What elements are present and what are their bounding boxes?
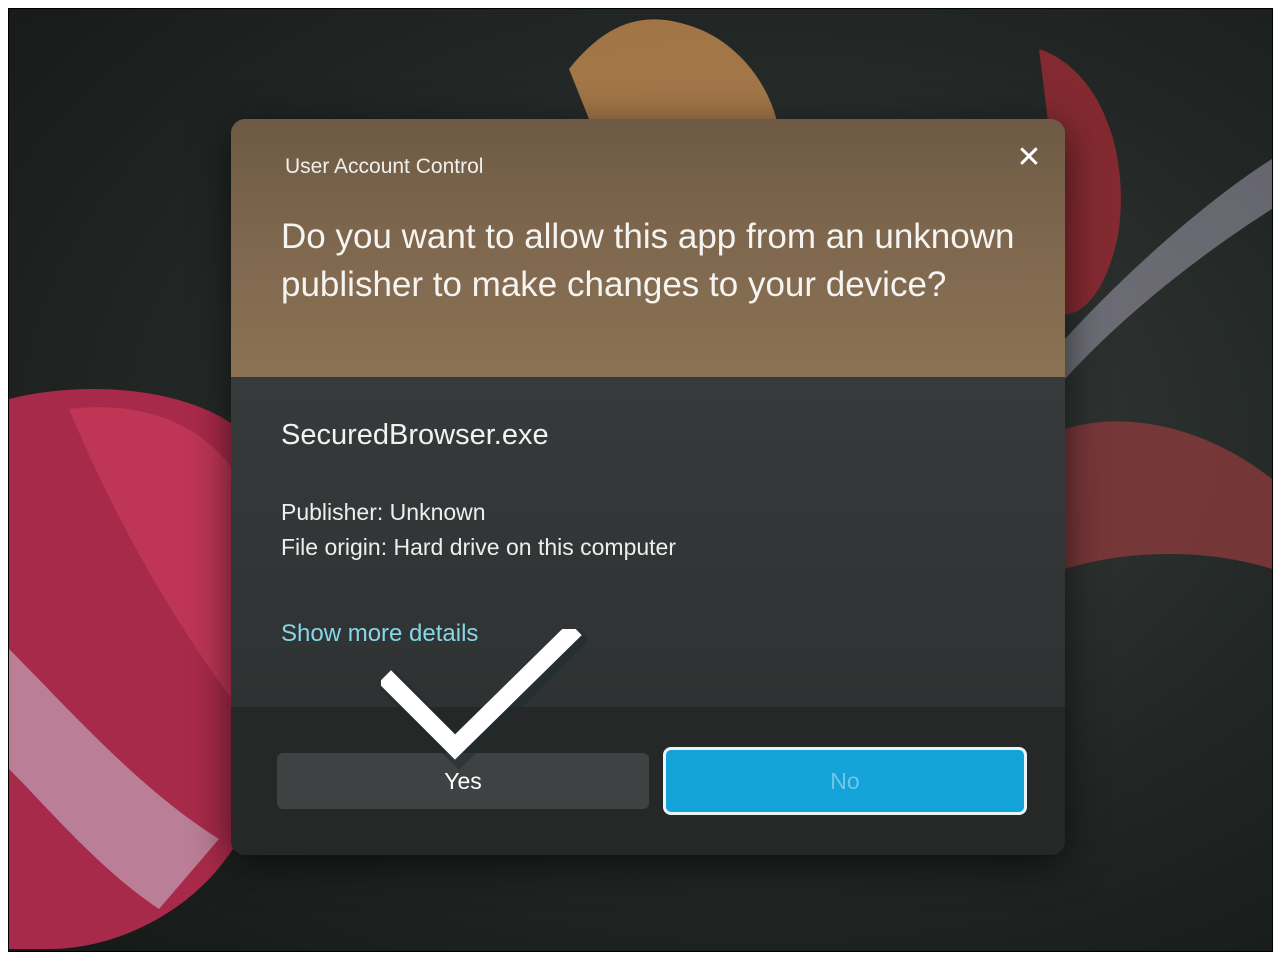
uac-body: SecuredBrowser.exe Publisher: Unknown Fi… <box>231 377 1065 707</box>
dialog-title: User Account Control <box>285 155 484 178</box>
uac-dialog: User Account Control ✕ Do you want to al… <box>231 119 1065 855</box>
dialog-question: Do you want to allow this app from an un… <box>281 217 1015 304</box>
show-more-details-link[interactable]: Show more details <box>281 620 478 648</box>
close-icon: ✕ <box>1016 140 1042 174</box>
photo-frame: User Account Control ✕ Do you want to al… <box>8 8 1273 952</box>
publisher-text: Publisher: Unknown <box>281 499 486 525</box>
close-button[interactable]: ✕ <box>1007 135 1051 179</box>
file-origin-text: File origin: Hard drive on this computer <box>281 534 676 560</box>
uac-header: User Account Control ✕ Do you want to al… <box>231 119 1065 377</box>
no-button[interactable]: No <box>663 747 1027 815</box>
yes-button[interactable]: Yes <box>277 753 649 809</box>
uac-footer: Yes No <box>231 707 1065 855</box>
app-name: SecuredBrowser.exe <box>281 419 549 451</box>
